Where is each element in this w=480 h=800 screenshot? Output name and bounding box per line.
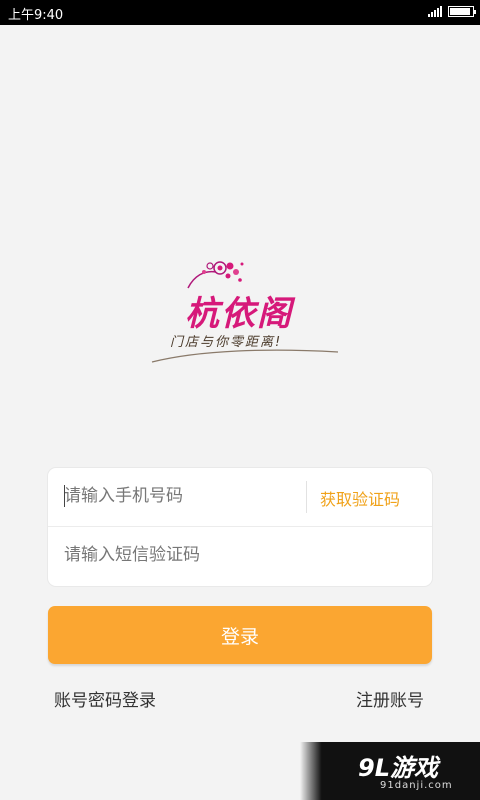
signal-icon	[428, 5, 442, 17]
get-code-button[interactable]: 获取验证码	[320, 486, 400, 510]
phone-input[interactable]	[64, 482, 284, 510]
logo-name: 杭依阁	[185, 294, 293, 334]
logo-swoosh-decoration	[151, 349, 339, 363]
watermark-main-text: 9L游戏	[358, 754, 438, 782]
text-cursor	[64, 485, 65, 507]
status-time: 上午9:40	[8, 8, 64, 23]
watermark-logo: 9L游戏 91danji.com	[300, 742, 480, 800]
brand-logo: 杭依阁 门店与你零距离!	[150, 258, 340, 368]
status-icons	[428, 5, 476, 17]
register-link[interactable]: 注册账号	[356, 686, 424, 711]
phone-row: 获取验证码	[48, 468, 432, 527]
vertical-divider	[306, 481, 307, 513]
password-login-link[interactable]: 账号密码登录	[54, 686, 156, 711]
sms-code-input[interactable]	[64, 541, 404, 569]
code-row	[48, 527, 432, 585]
battery-icon	[448, 5, 476, 17]
watermark-url-text: 91danji.com	[380, 780, 453, 791]
login-form-card: 获取验证码	[48, 468, 432, 586]
status-bar: 上午9:40	[0, 0, 480, 25]
login-button[interactable]: 登录	[48, 606, 432, 664]
battery-fill	[450, 7, 470, 15]
